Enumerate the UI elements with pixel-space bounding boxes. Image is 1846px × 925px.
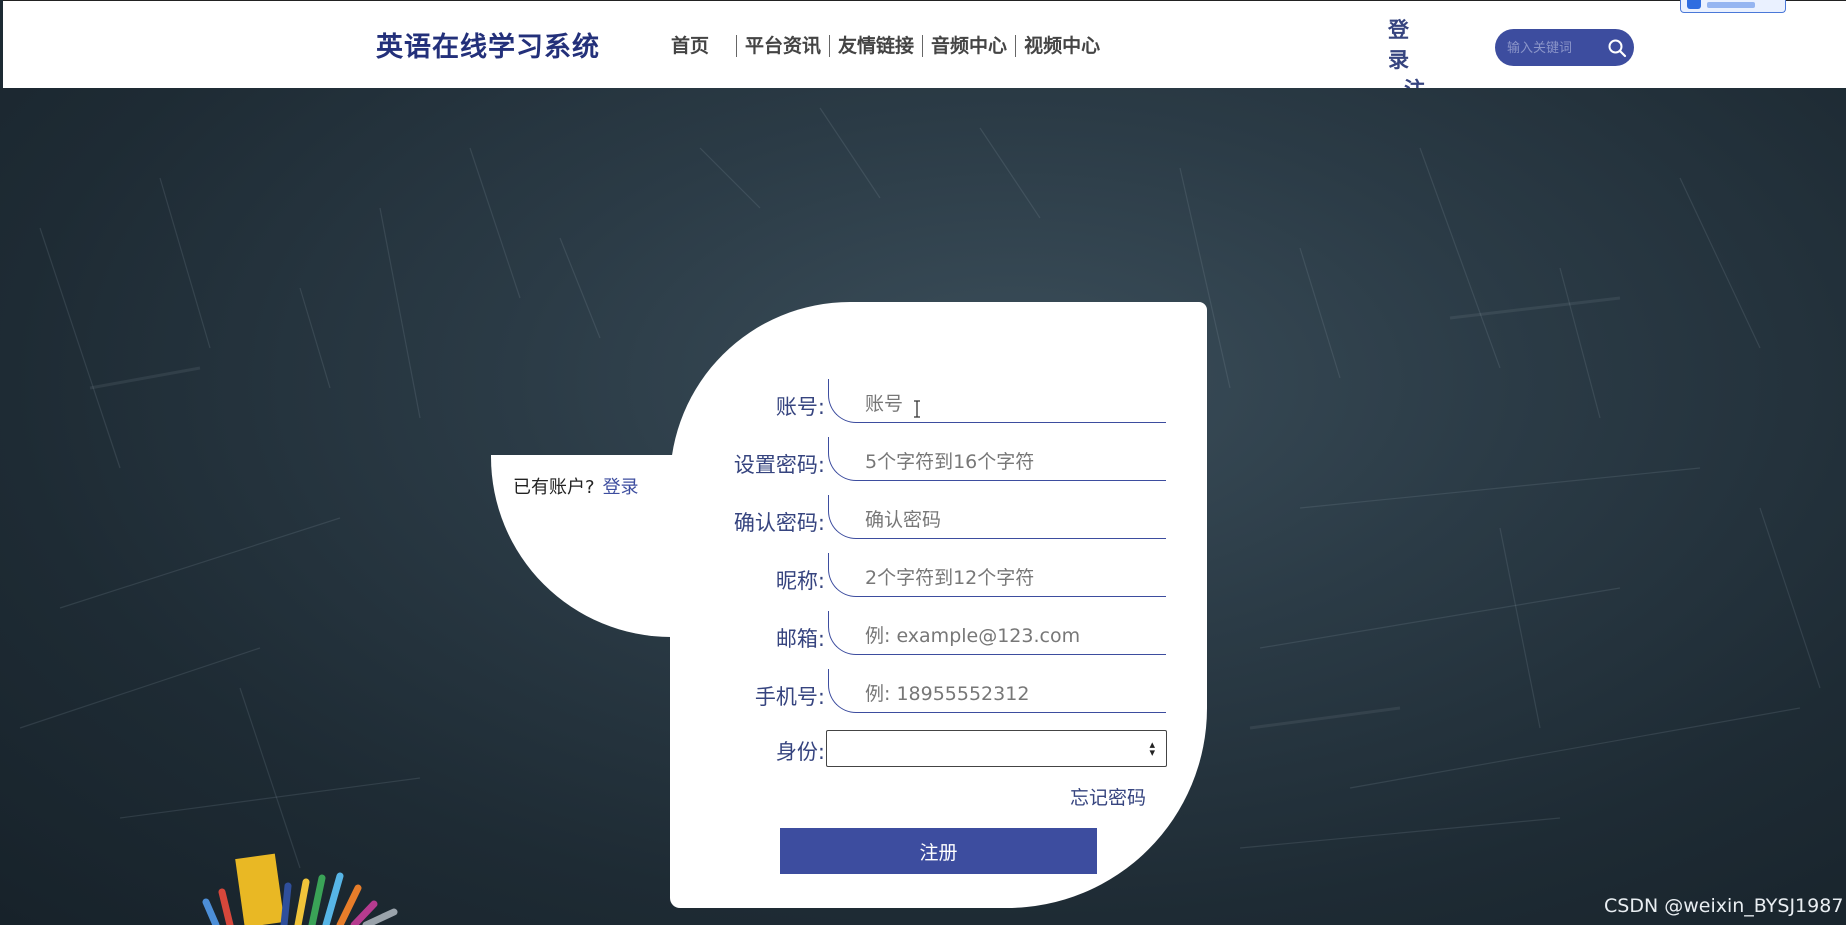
search-icon[interactable]: [1607, 38, 1627, 58]
phone-input[interactable]: [863, 680, 1157, 708]
nav-news[interactable]: 平台资讯: [736, 35, 829, 57]
login-hint: 已有账户? 登录: [513, 473, 639, 499]
login-char-2: 录: [1388, 48, 1409, 72]
phone-label: 手机号:: [754, 685, 825, 709]
email-field-frame: [828, 611, 1166, 655]
account-field-frame: [828, 379, 1166, 423]
account-input[interactable]: [863, 390, 1157, 418]
nav-links[interactable]: 友情链接: [829, 35, 922, 57]
forgot-password-link[interactable]: 忘记密码: [1070, 783, 1146, 810]
floating-widget-tab[interactable]: [1680, 0, 1786, 13]
confirm-password-row: 确认密码:: [670, 495, 1207, 545]
text-cursor-icon: [914, 400, 920, 418]
nickname-row: 昵称:: [670, 553, 1207, 603]
site-logo[interactable]: 英语在线学习系统: [376, 25, 600, 64]
email-input[interactable]: [863, 622, 1157, 650]
widget-label-bar: [1707, 2, 1755, 8]
email-label: 邮箱:: [775, 627, 825, 651]
account-label: 账号:: [775, 395, 825, 419]
role-row: 身份: ▴ ▾: [670, 730, 1207, 780]
pencil-cup-illustration: [202, 853, 398, 925]
login-char-1: 登: [1388, 18, 1409, 42]
account-row: 账号:: [670, 379, 1207, 429]
csdn-watermark: CSDN @weixin_BYSJ1987: [1604, 895, 1844, 917]
top-navbar: 英语在线学习系统 首页 平台资讯 友情链接 音频中心 视频中心 登 录 注 册: [3, 0, 1846, 132]
phone-row: 手机号:: [670, 669, 1207, 719]
select-arrows-icon: ▴ ▾: [1149, 738, 1155, 759]
main-nav: 首页 平台资讯 友情链接 音频中心 视频中心: [671, 33, 1108, 59]
nav-home[interactable]: 首页: [671, 35, 736, 57]
login-hint-text: 已有账户?: [513, 477, 595, 498]
confirm-password-label: 确认密码:: [733, 511, 825, 535]
nav-video[interactable]: 视频中心: [1015, 35, 1108, 57]
login-link[interactable]: 登 录: [1388, 15, 1420, 75]
nickname-input[interactable]: [863, 564, 1157, 592]
widget-icon: [1687, 0, 1701, 9]
role-select[interactable]: ▴ ▾: [826, 730, 1167, 767]
phone-field-frame: [828, 669, 1166, 713]
password-label: 设置密码:: [733, 453, 825, 477]
search-input[interactable]: [1505, 37, 1607, 59]
nav-audio[interactable]: 音频中心: [922, 35, 1015, 57]
password-input[interactable]: [863, 448, 1157, 476]
nickname-field-frame: [828, 553, 1166, 597]
register-form: 账号: 设置密码: 确认密码: 昵称: 邮箱: 手机号: 身份:: [670, 302, 1207, 908]
password-row: 设置密码:: [670, 437, 1207, 487]
role-label: 身份:: [775, 740, 825, 764]
password-field-frame: [828, 437, 1166, 481]
confirm-password-field-frame: [828, 495, 1166, 539]
nickname-label: 昵称:: [775, 569, 825, 593]
goto-login-link[interactable]: 登录: [603, 477, 639, 498]
register-button[interactable]: 注册: [780, 828, 1097, 874]
email-row: 邮箱:: [670, 611, 1207, 661]
search-box: [1495, 29, 1634, 66]
confirm-password-input[interactable]: [863, 506, 1157, 534]
